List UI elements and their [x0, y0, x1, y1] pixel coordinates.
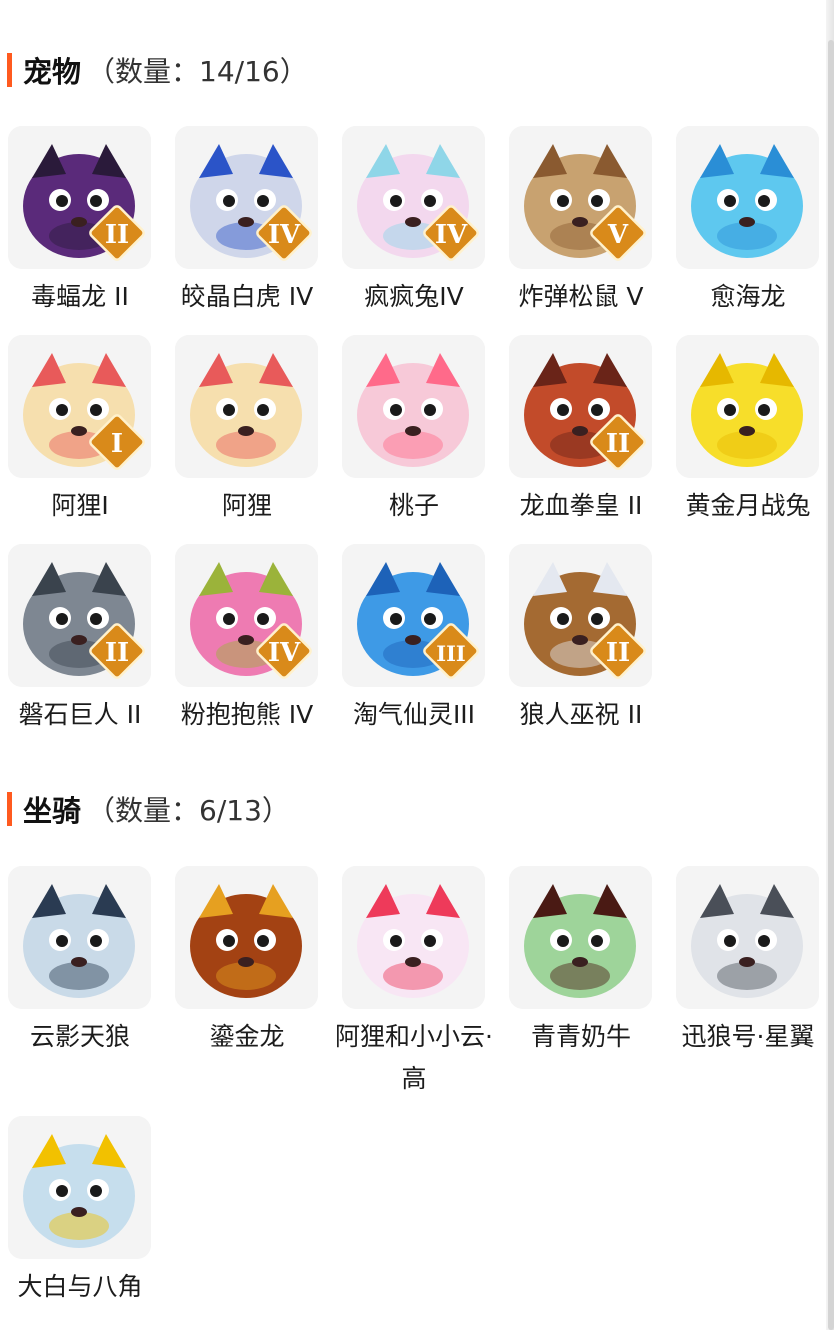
item-label: 龙血拳皇 II: [519, 491, 643, 520]
pets-section-count: （数量：14/16）: [87, 55, 308, 88]
pets-section-header: 宠物 （数量：14/16）: [0, 50, 308, 90]
svg-text:II: II: [606, 638, 630, 668]
blue-puppy-icon: III: [342, 544, 485, 687]
ali-fox-icon: [175, 335, 318, 478]
dark-dragon-icon: II: [8, 126, 151, 269]
svg-text:IV: IV: [268, 638, 301, 668]
svg-text:IV: IV: [268, 220, 301, 250]
item-label: 淘气仙灵III: [352, 700, 476, 729]
item-label: 愈海龙: [710, 282, 786, 311]
svg-text:II: II: [105, 220, 129, 250]
item-label: 狼人巫祝 II: [519, 700, 643, 729]
mounts-section-title: 坐骑: [23, 794, 82, 828]
svg-text:IV: IV: [435, 220, 468, 250]
item-label: 磐石巨人 II: [18, 700, 142, 729]
golden-rabbit-icon: [676, 335, 819, 478]
item-label: 云影天狼: [29, 1022, 130, 1051]
mecha-wolf-icon: [676, 866, 819, 1009]
item-label: 毒蝠龙 II: [31, 282, 129, 311]
accent-bar: [7, 53, 12, 87]
item-label: 粉抱抱熊 IV: [180, 700, 314, 729]
accent-bar: [7, 792, 12, 826]
svg-text:I: I: [111, 429, 123, 459]
pets-section-title: 宠物: [23, 55, 82, 89]
sea-dragon-icon: [676, 126, 819, 269]
bomb-squirrel-icon: V: [509, 126, 652, 269]
svg-text:II: II: [105, 638, 129, 668]
rock-giant-icon: II: [8, 544, 151, 687]
ali-cloud-icon: [342, 866, 485, 1009]
crazy-rabbit-icon: IV: [342, 126, 485, 269]
item-label: 黄金月战兔: [685, 491, 811, 520]
werewolf-shaman-icon: II: [509, 544, 652, 687]
svg-text:V: V: [607, 220, 629, 250]
bull-demon-icon: II: [509, 335, 652, 478]
green-cow-icon: [509, 866, 652, 1009]
item-label: 皎晶白虎 IV: [180, 282, 314, 311]
svg-text:II: II: [606, 429, 630, 459]
item-label: 阿狸和小小云·高: [335, 1022, 493, 1093]
item-label: 阿狸: [221, 491, 272, 520]
white-whale-icon: [8, 1116, 151, 1259]
svg-text:III: III: [436, 641, 465, 666]
golden-dragon-icon: [175, 866, 318, 1009]
item-label: 大白与八角: [17, 1272, 143, 1301]
pink-bear-icon: IV: [175, 544, 318, 687]
item-label: 青青奶牛: [530, 1022, 631, 1051]
ali-fox-icon: I: [8, 335, 151, 478]
peach-fox-icon: [342, 335, 485, 478]
mounts-section-count: （数量：6/13）: [87, 794, 290, 827]
item-label: 阿狸I: [51, 491, 109, 520]
scrollbar-thumb[interactable]: [828, 40, 834, 1330]
item-label: 疯疯兔IV: [364, 282, 464, 311]
item-label: 迅狼号·星翼: [681, 1022, 815, 1051]
item-label: 炸弹松鼠 V: [518, 282, 644, 311]
item-label: 鎏金龙: [209, 1022, 285, 1051]
mounts-section-header: 坐骑 （数量：6/13）: [0, 789, 290, 829]
item-label: 桃子: [388, 491, 439, 520]
white-tiger-icon: IV: [175, 126, 318, 269]
sky-wolf-icon: [8, 866, 151, 1009]
